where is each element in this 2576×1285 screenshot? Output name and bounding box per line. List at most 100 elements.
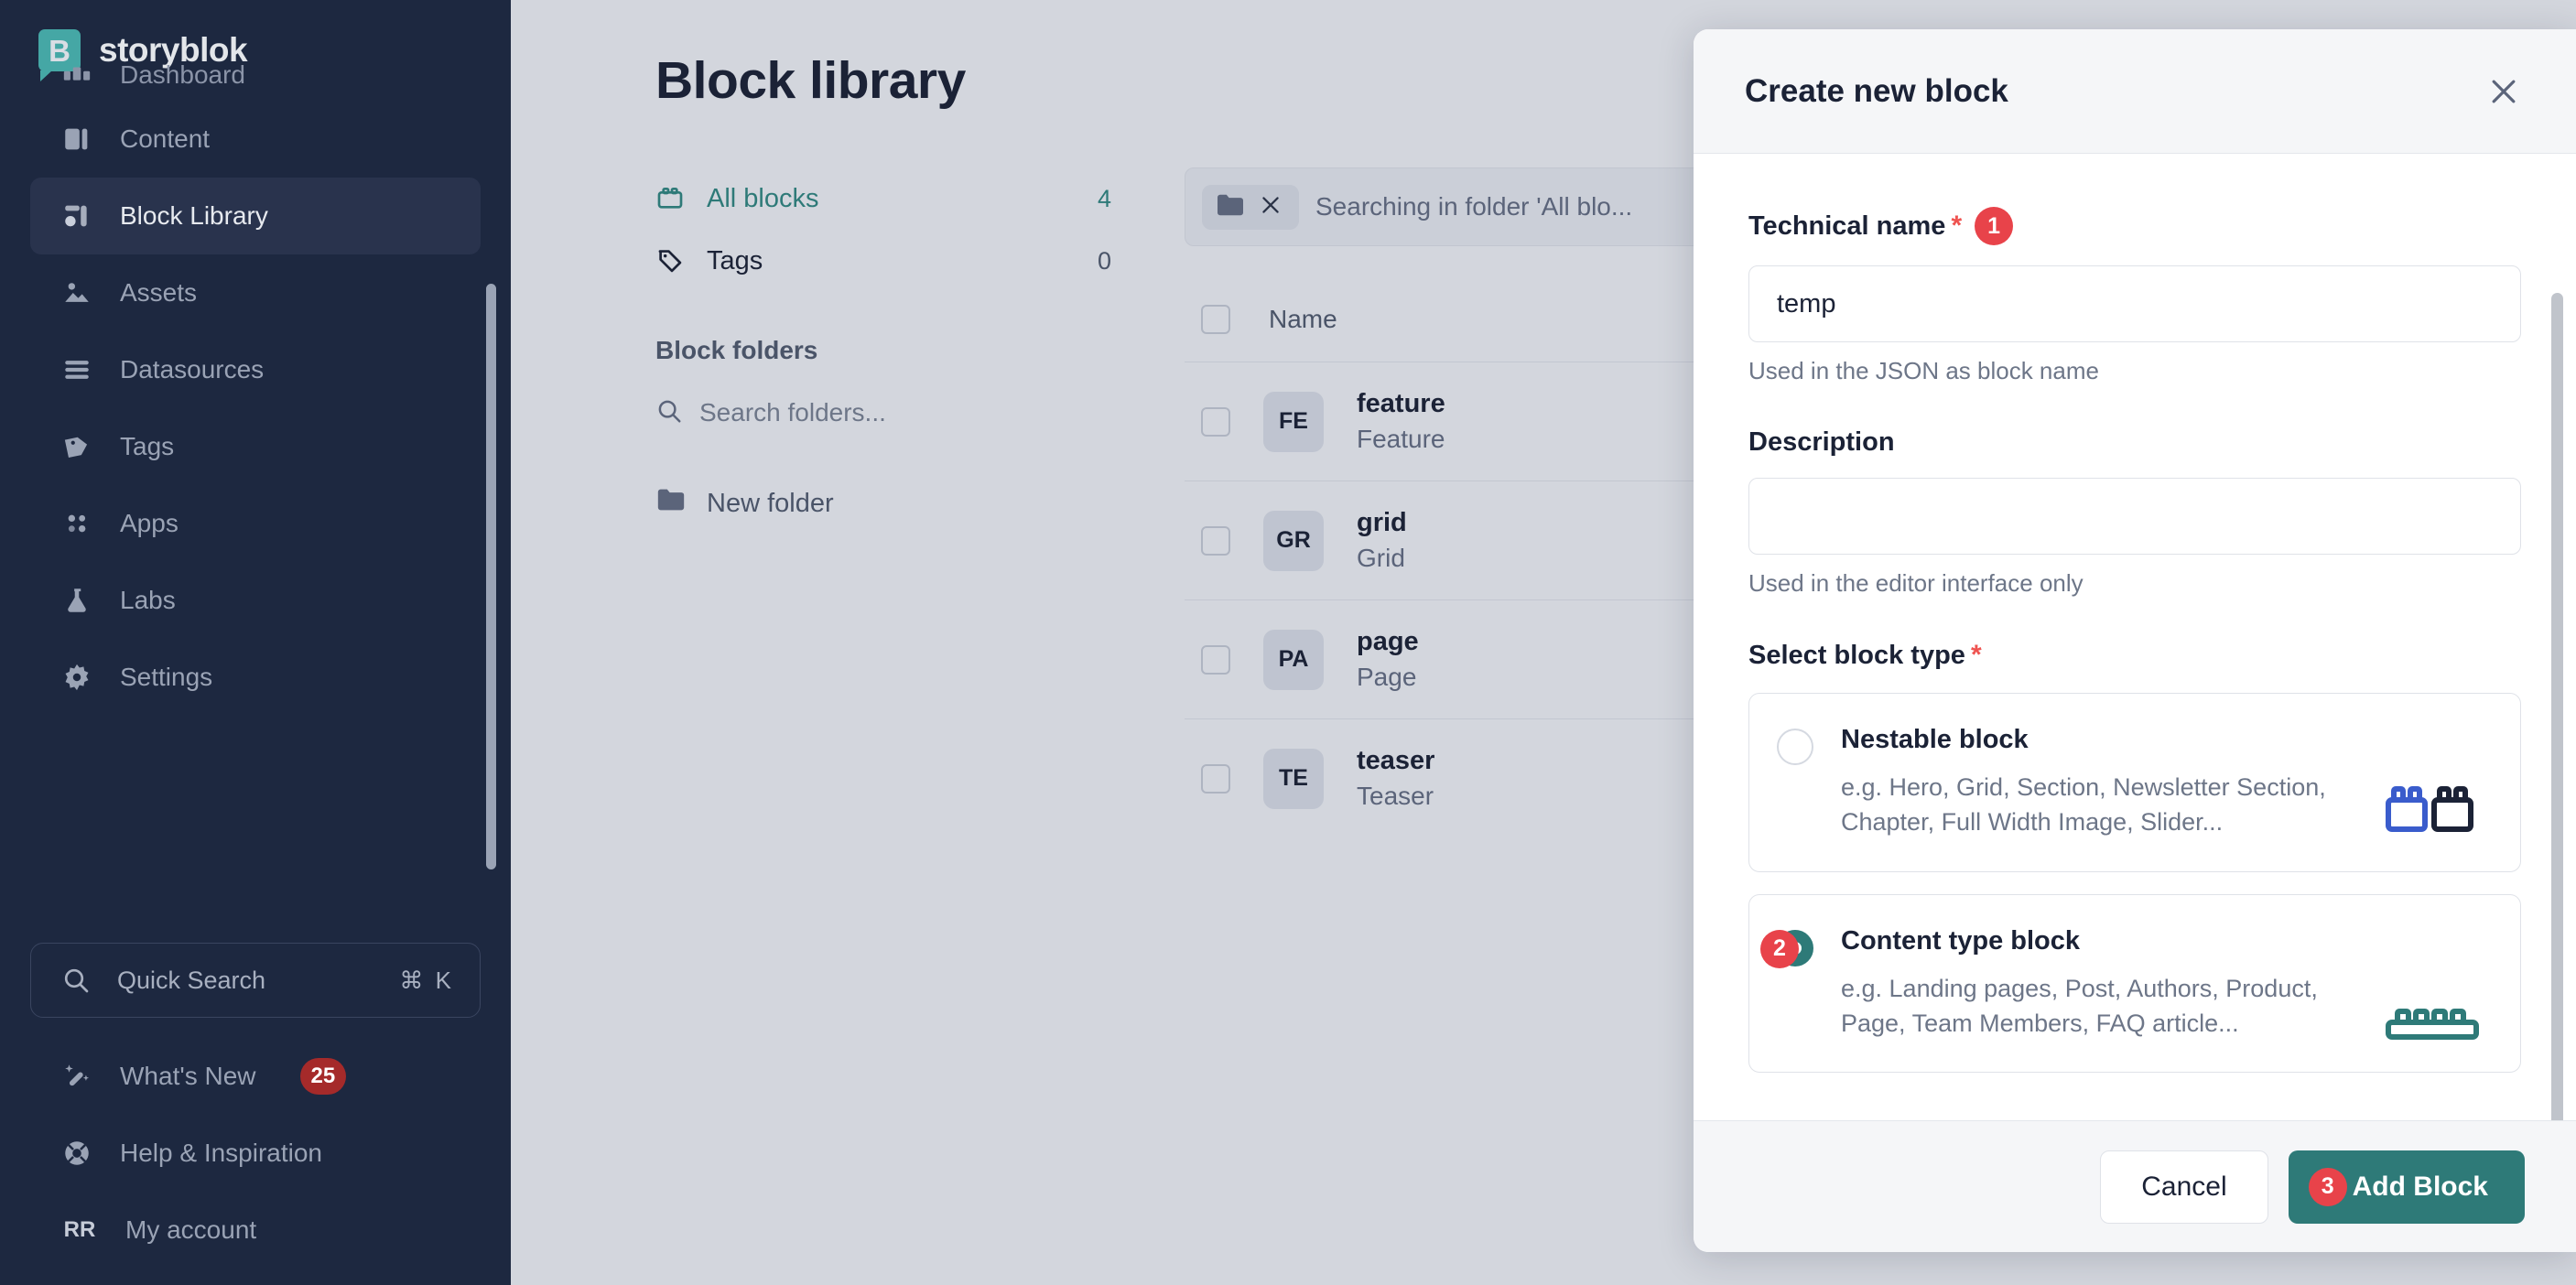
quick-search-label: Quick Search	[117, 966, 375, 995]
radio-nestable-block[interactable]	[1777, 729, 1813, 765]
technical-name-label: Technical name * 1	[1748, 207, 2521, 245]
radio-col	[1777, 725, 1841, 765]
close-icon[interactable]	[1259, 193, 1283, 221]
row-texts: teaser Teaser	[1357, 743, 1434, 814]
folder-filter-chip[interactable]	[1202, 185, 1299, 230]
row-checkbox[interactable]	[1201, 407, 1230, 437]
sidebar-item-my-account[interactable]: RR My account	[30, 1192, 481, 1269]
required-asterisk: *	[1951, 211, 1962, 242]
folder-search-row: Search folders...	[655, 380, 1168, 446]
close-icon[interactable]	[2483, 70, 2525, 113]
nestable-bricks-icon	[2377, 782, 2487, 840]
avatar: RR	[60, 1210, 100, 1250]
required-asterisk: *	[1971, 640, 1982, 671]
tag-icon	[60, 429, 94, 464]
sidebar-item-datasources[interactable]: Datasources	[30, 331, 481, 408]
block-type-description: e.g. Landing pages, Post, Authors, Produ…	[1841, 971, 2359, 1042]
sidebar-item-settings[interactable]: Settings	[30, 639, 481, 716]
description-label-text: Description	[1748, 427, 1895, 458]
radio-col: 2	[1777, 926, 1841, 966]
block-technical-name: grid	[1357, 505, 1407, 541]
library-sidebar: All blocks 4 Tags 0 Block folders	[655, 167, 1168, 837]
block-display-name: Feature	[1357, 422, 1445, 457]
row-checkbox[interactable]	[1201, 526, 1230, 556]
create-block-modal: Create new block Technical name * 1 temp…	[1694, 29, 2576, 1252]
library-nav-count: 0	[1098, 247, 1168, 275]
sidebar-item-dashboard[interactable]: Dashboard	[30, 49, 481, 101]
main-sidebar: B storyblok Dashboard Content	[0, 0, 511, 1285]
block-initials-tile: GR	[1263, 511, 1324, 571]
sidebar-item-help[interactable]: Help & Inspiration	[30, 1115, 481, 1192]
sidebar-item-label: Content	[120, 124, 210, 154]
assets-icon	[60, 275, 94, 310]
logo-letter: B	[49, 36, 70, 66]
folder-item-new-folder[interactable]: New folder	[655, 470, 1168, 537]
block-type-option-nestable[interactable]: Nestable block e.g. Hero, Grid, Section,…	[1748, 693, 2521, 872]
library-nav-label: All blocks	[694, 184, 1098, 214]
tag-outline-icon	[655, 246, 694, 275]
sidebar-item-whats-new[interactable]: What's New 25	[30, 1038, 481, 1115]
row-texts: page Page	[1357, 624, 1419, 695]
sidebar-item-label: Dashboard	[120, 60, 245, 90]
content-type-baseplate-icon	[2377, 1004, 2487, 1041]
block-type-name: Nestable block	[1841, 725, 2359, 755]
sparkle-wand-icon	[60, 1059, 94, 1094]
block-type-option-content-type[interactable]: 2 Content type block e.g. Landing pages,…	[1748, 894, 2521, 1074]
description-hint: Used in the editor interface only	[1748, 569, 2521, 598]
sidebar-item-apps[interactable]: Apps	[30, 485, 481, 562]
sidebar-item-tags[interactable]: Tags	[30, 408, 481, 485]
sidebar-nav: Dashboard Content Block Library	[0, 73, 511, 716]
row-checkbox[interactable]	[1201, 764, 1230, 794]
block-display-name: Page	[1357, 660, 1419, 695]
select-all-checkbox[interactable]	[1201, 305, 1230, 334]
technical-name-value: temp	[1777, 289, 1835, 319]
block-initials-tile: TE	[1263, 749, 1324, 809]
labs-flask-icon	[60, 583, 94, 618]
sidebar-item-label: My account	[125, 1215, 256, 1245]
quick-search-input[interactable]: Quick Search ⌘ K	[30, 943, 481, 1018]
sidebar-item-label: Apps	[120, 509, 179, 538]
row-checkbox[interactable]	[1201, 645, 1230, 675]
sidebar-item-label: Help & Inspiration	[120, 1139, 322, 1168]
table-search-input[interactable]: Searching in folder 'All blo...	[1315, 192, 1632, 221]
cancel-button[interactable]: Cancel	[2100, 1150, 2268, 1224]
sidebar-item-label: Assets	[120, 278, 197, 308]
add-block-button[interactable]: 3 Add Block	[2289, 1150, 2525, 1224]
modal-body: Technical name * 1 temp Used in the JSON…	[1694, 154, 2576, 1120]
technical-name-label-text: Technical name	[1748, 211, 1945, 242]
sidebar-scrollbar[interactable]	[486, 284, 496, 869]
sidebar-item-labs[interactable]: Labs	[30, 562, 481, 639]
brick-icon	[655, 184, 694, 213]
sidebar-item-content[interactable]: Content	[30, 101, 481, 178]
main-content: Block library All blocks 4	[511, 0, 2576, 1285]
type-texts: Content type block e.g. Landing pages, P…	[1841, 926, 2377, 1042]
library-nav-tags[interactable]: Tags 0	[655, 230, 1168, 292]
description-input[interactable]	[1748, 478, 2521, 555]
library-nav-label: Tags	[694, 246, 1098, 276]
type-texts: Nestable block e.g. Hero, Grid, Section,…	[1841, 725, 2377, 840]
row-texts: grid Grid	[1357, 505, 1407, 576]
modal-scrollbar[interactable]	[2551, 293, 2563, 1120]
whats-new-count-badge: 25	[300, 1058, 347, 1095]
search-icon	[655, 397, 683, 429]
app-root: B storyblok Dashboard Content	[0, 0, 2576, 1285]
block-technical-name: page	[1357, 624, 1419, 660]
library-nav-count: 4	[1098, 185, 1168, 213]
technical-name-input[interactable]: temp	[1748, 265, 2521, 342]
technical-name-hint: Used in the JSON as block name	[1748, 357, 2521, 385]
quick-search-shortcut: ⌘ K	[399, 966, 454, 995]
sidebar-item-block-library[interactable]: Block Library	[30, 178, 481, 254]
sidebar-item-assets[interactable]: Assets	[30, 254, 481, 331]
sidebar-footer: Quick Search ⌘ K What's New 25 Help & In…	[0, 943, 511, 1285]
add-folder-button[interactable]	[1115, 397, 1168, 428]
sidebar-item-label: Settings	[120, 663, 212, 692]
block-display-name: Teaser	[1357, 779, 1434, 814]
sidebar-item-label: Block Library	[120, 201, 268, 231]
search-icon	[59, 963, 93, 998]
folder-search-input[interactable]: Search folders...	[699, 398, 1099, 427]
block-library-icon	[60, 199, 94, 233]
sidebar-item-label: Datasources	[120, 355, 264, 384]
library-nav-all-blocks[interactable]: All blocks 4	[655, 167, 1168, 230]
folder-item-label: New folder	[707, 489, 834, 519]
description-label: Description	[1748, 427, 2521, 458]
